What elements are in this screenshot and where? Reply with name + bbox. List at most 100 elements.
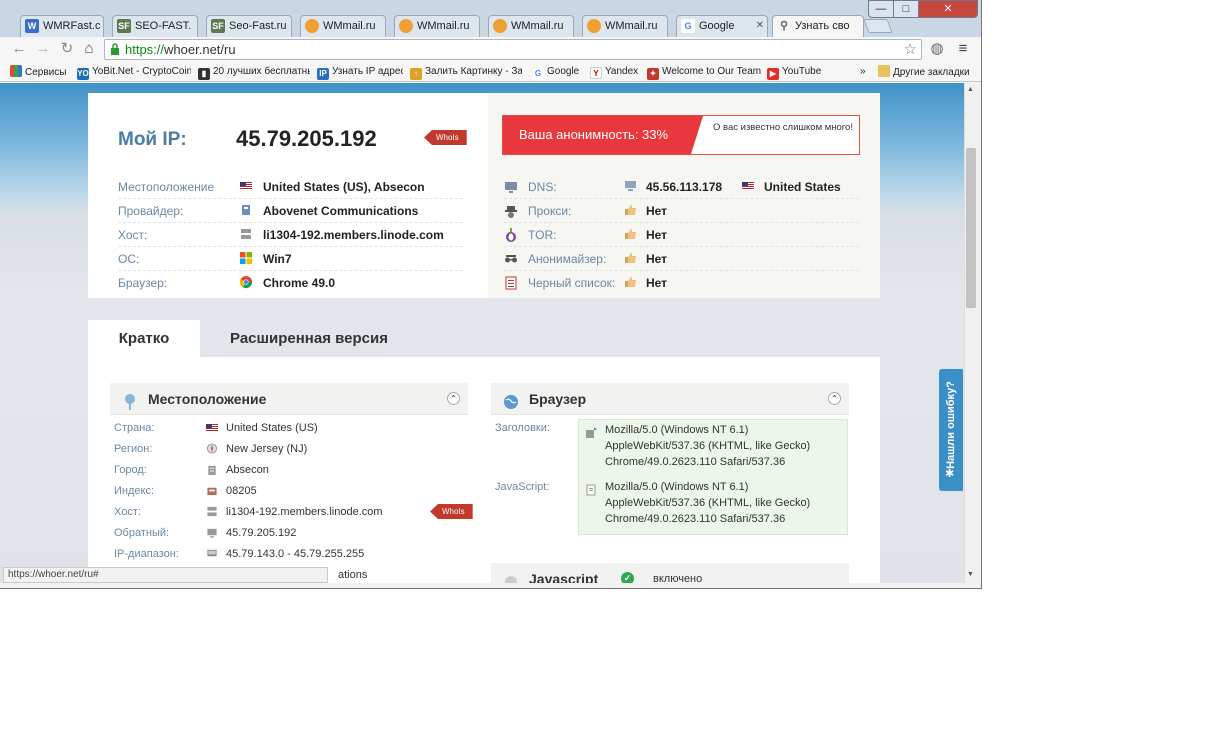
tab-favicon-icon: SF	[211, 19, 225, 33]
menu-icon[interactable]: ≡	[954, 40, 972, 58]
row-value: li1304-192.members.linode.com	[263, 228, 444, 242]
youtube-icon: ▶	[767, 68, 779, 80]
browser-tab[interactable]: WMmail.ru	[488, 15, 574, 37]
row-value: Abovenet Communications	[263, 204, 419, 218]
bookmark-yandex[interactable]: Y Yandex	[590, 65, 640, 79]
wmmail-favicon-icon	[493, 19, 507, 33]
extension-globe-icon[interactable]: ◍	[928, 40, 946, 58]
browser-section-header[interactable]: Браузер ⌃	[491, 383, 849, 415]
maximize-button[interactable]: □	[893, 0, 919, 18]
bookmark-films[interactable]: ▮ 20 лучших бесплатных	[198, 65, 310, 80]
ua-line: Mozilla/5.0 (Windows NT 6.1)	[605, 424, 749, 436]
detail-row: Регион: New Jersey (NJ)	[110, 440, 470, 461]
bug-icon: ✱	[945, 468, 955, 480]
bookmark-ip[interactable]: IP Узнать IP адрес	[317, 65, 403, 80]
js-icon	[503, 570, 519, 583]
bookmark-star-icon[interactable]: ☆	[904, 40, 917, 58]
whois-button[interactable]: WhoIs	[430, 504, 473, 519]
tor-icon	[504, 228, 518, 242]
collapse-icon[interactable]: ⌃	[828, 392, 841, 405]
apps-icon	[10, 65, 22, 77]
bookmark-yobit[interactable]: YO YoBit.Net - CryptoCoin	[77, 65, 191, 80]
row-label: Хост:	[114, 506, 141, 518]
row-value: Absecon	[226, 464, 269, 476]
javascript-section-header[interactable]: Javascript ✓ включено	[491, 563, 849, 583]
row-label: Заголовки:	[495, 422, 550, 434]
browser-tab[interactable]: SF Seo-Fast.ru	[206, 15, 292, 37]
row-value: 45.79.205.192	[226, 527, 297, 539]
row-label: JavaScript:	[495, 481, 550, 493]
row-value: Нет	[646, 276, 668, 290]
row-label: Анонимайзер:	[528, 252, 607, 266]
row-value: 08205	[226, 485, 257, 497]
row-label: Хост:	[118, 228, 148, 242]
reverse-dns-icon	[206, 527, 218, 538]
search-icon: ⚲	[779, 20, 789, 32]
scroll-down-icon[interactable]: ▼	[967, 571, 974, 578]
tab-title: WMRFast.c	[43, 20, 101, 32]
row-value: United States (US)	[226, 422, 318, 434]
ip-summary-card: Мой IP: 45.79.205.192 WhoIs Местоположен…	[88, 93, 880, 298]
yobit-icon: YO	[77, 68, 89, 80]
my-ip-value: 45.79.205.192	[236, 126, 377, 151]
scroll-up-icon[interactable]: ▲	[967, 86, 974, 93]
bookmarks-overflow-button[interactable]: »	[860, 65, 872, 79]
whois-button[interactable]: WhoIs	[424, 130, 467, 145]
tab-favicon-icon: W	[25, 19, 39, 33]
bookmark-team[interactable]: ✦ Welcome to Our Team	[647, 65, 761, 80]
row-value: ations	[338, 569, 368, 581]
windows-icon	[240, 252, 252, 264]
tab-close-icon[interactable]: ✕	[756, 16, 764, 36]
browser-tab-active[interactable]: ⚲ Узнать сво	[772, 15, 864, 38]
back-icon[interactable]: ←	[10, 40, 28, 58]
row-label: Прокси:	[528, 204, 572, 218]
headers-user-agent: Mozilla/5.0 (Windows NT 6.1) AppleWebKit…	[605, 422, 810, 470]
bookmark-youtube[interactable]: ▶ YouTube	[767, 65, 829, 80]
wmmail-favicon-icon	[305, 19, 319, 33]
row-label: Город:	[114, 464, 147, 476]
tab-title: WMmail.ru	[605, 20, 658, 32]
tab-brief[interactable]: Кратко	[88, 320, 200, 357]
row-value: Chrome 49.0	[263, 276, 336, 290]
browser-tab[interactable]: W WMRFast.c	[20, 15, 104, 37]
reload-icon[interactable]: ↻	[58, 40, 76, 58]
new-tab-button[interactable]	[863, 19, 893, 33]
row-value: New Jersey (NJ)	[226, 443, 308, 455]
us-flag-icon	[206, 424, 218, 432]
location-section-header[interactable]: Местоположение ⌃	[110, 383, 468, 415]
map-pin-icon	[122, 390, 138, 410]
report-error-button[interactable]: Нашли ошибку? ✱	[939, 369, 963, 491]
thumbs-up-icon	[624, 276, 637, 288]
row-label: Браузер:	[118, 276, 168, 290]
host-row: Хост: li1304-192.members.linode.com	[118, 223, 463, 247]
tab-extended[interactable]: Расширенная версия	[214, 320, 404, 357]
browser-tab[interactable]: WMmail.ru	[394, 15, 480, 37]
javascript-user-agent: Mozilla/5.0 (Windows NT 6.1) AppleWebKit…	[605, 479, 810, 527]
other-bookmarks[interactable]: Другие закладки	[878, 65, 978, 80]
row-value: Нет	[646, 228, 668, 242]
home-icon[interactable]: ⌂	[80, 40, 98, 58]
forward-icon[interactable]: →	[34, 40, 52, 58]
location-row: Местоположение United States (US), Absec…	[118, 175, 463, 199]
minimize-button[interactable]: —	[868, 0, 894, 18]
anonymity-note: О вас известно слишком много!	[713, 122, 853, 133]
row-label: Индекс:	[114, 485, 155, 497]
bookmark-apps[interactable]: Сервисы	[10, 65, 72, 80]
browser-tab[interactable]: SF SEO-FAST.	[112, 15, 198, 37]
bookmark-upload[interactable]: ↑ Залить Картинку - За	[410, 65, 522, 80]
close-button[interactable]: ✕	[918, 0, 978, 18]
anonymity-pane: Ваша анонимность: 33% О вас известно сли…	[488, 93, 880, 298]
browser-window: W WMRFast.c SF SEO-FAST. SF Seo-Fast.ru …	[0, 0, 982, 589]
scrollbar-thumb[interactable]	[966, 148, 976, 308]
bookmark-google[interactable]: G Google	[532, 65, 582, 80]
address-bar[interactable]: https://whoer.net/ru ☆	[104, 39, 922, 60]
server-icon	[240, 228, 252, 240]
page-scrollbar[interactable]: ▲ ▼	[964, 83, 976, 583]
tor-row: TOR: Нет	[504, 223, 859, 247]
browser-tab[interactable]: WMmail.ru	[300, 15, 386, 37]
javascript-file-icon	[585, 483, 597, 501]
browser-tab[interactable]: G Google ✕	[676, 15, 768, 37]
browser-tab[interactable]: WMmail.ru	[582, 15, 668, 37]
collapse-icon[interactable]: ⌃	[447, 392, 460, 405]
ua-line: AppleWebKit/537.36 (KHTML, like Gecko)	[605, 497, 811, 509]
